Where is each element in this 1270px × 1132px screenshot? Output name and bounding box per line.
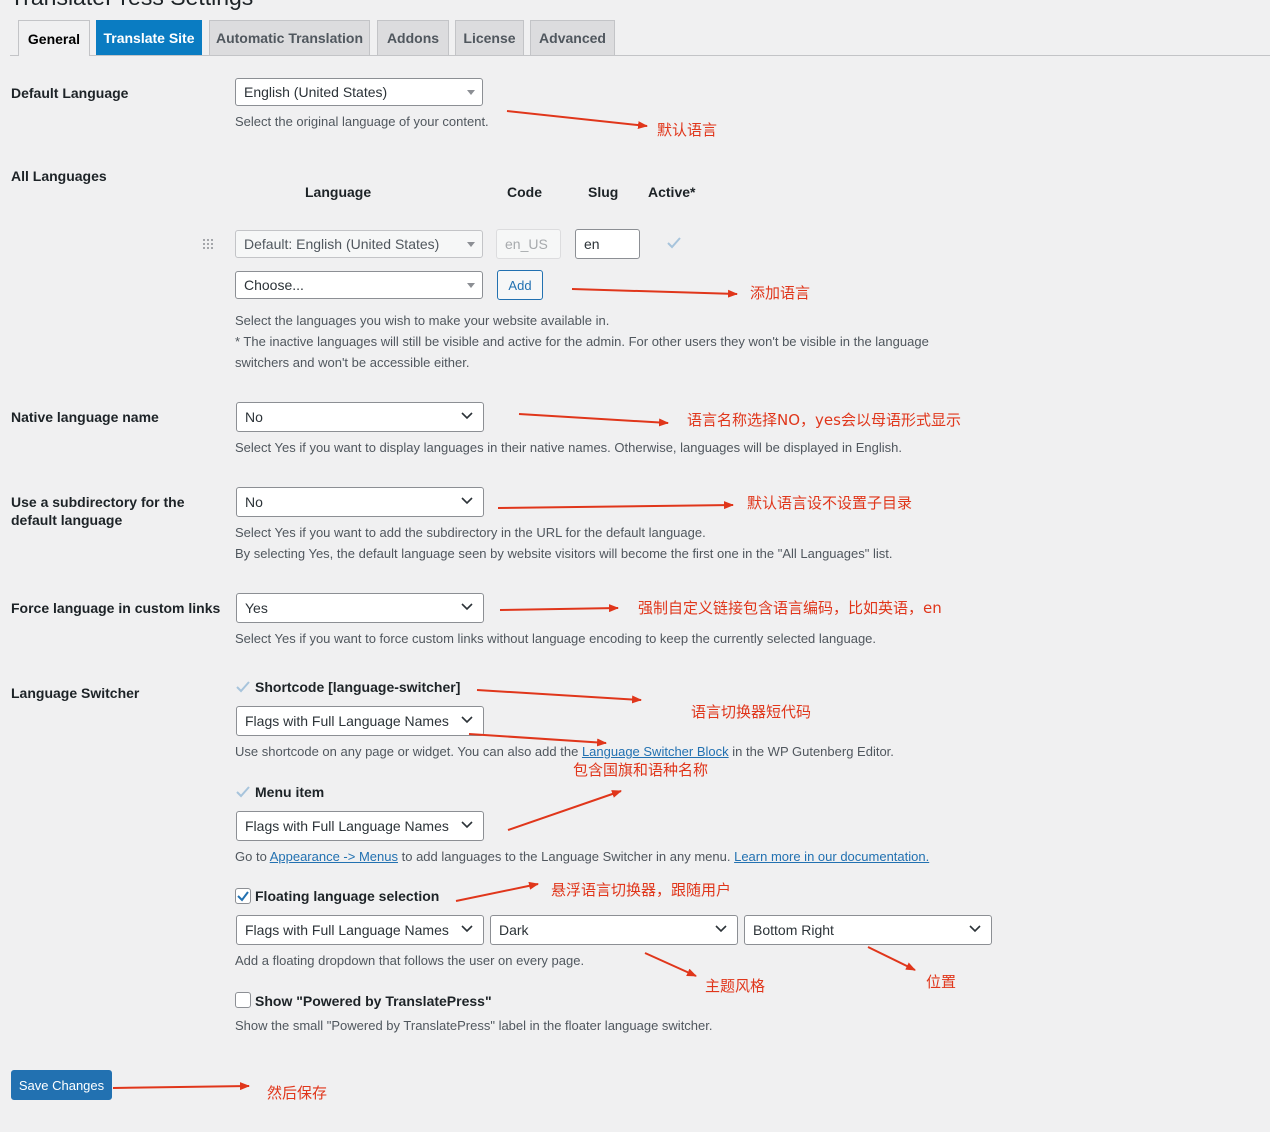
annotation-position: 位置 (926, 973, 957, 991)
annotation-theme: 主题风格 (705, 977, 766, 995)
arrow-subdirectory (497, 501, 734, 510)
arrow-add-language (571, 288, 738, 298)
annotation-shortcode: 语言切换器短代码 (691, 703, 812, 721)
arrow-shortcode (476, 689, 642, 704)
arrow-theme (644, 952, 697, 977)
annotation-flags-names: 包含国旗和语种名称 (573, 761, 709, 779)
arrow-menu-item (507, 790, 622, 831)
arrow-force-language (499, 604, 619, 613)
annotation-force-language: 强制自定义链接包含语言编码，比如英语，en (638, 599, 942, 617)
annotation-add-language: 添加语言 (750, 284, 811, 302)
arrow-floating (455, 881, 539, 902)
arrow-save (112, 1082, 250, 1091)
annotation-native-name: 语言名称选择NO，yes会以母语形式显示 (687, 411, 961, 429)
annotation-floating: 悬浮语言切换器，跟随用户 (551, 881, 732, 899)
annotation-arrows (112, 110, 916, 1091)
arrow-flags-names (468, 733, 607, 747)
arrow-position (867, 946, 916, 971)
annotation-default-language: 默认语言 (657, 121, 718, 139)
annotation-save: 然后保存 (267, 1084, 328, 1102)
arrow-default-language (506, 110, 648, 130)
arrow-native-name (518, 413, 669, 427)
annotation-subdirectory: 默认语言设不设置子目录 (747, 494, 913, 512)
